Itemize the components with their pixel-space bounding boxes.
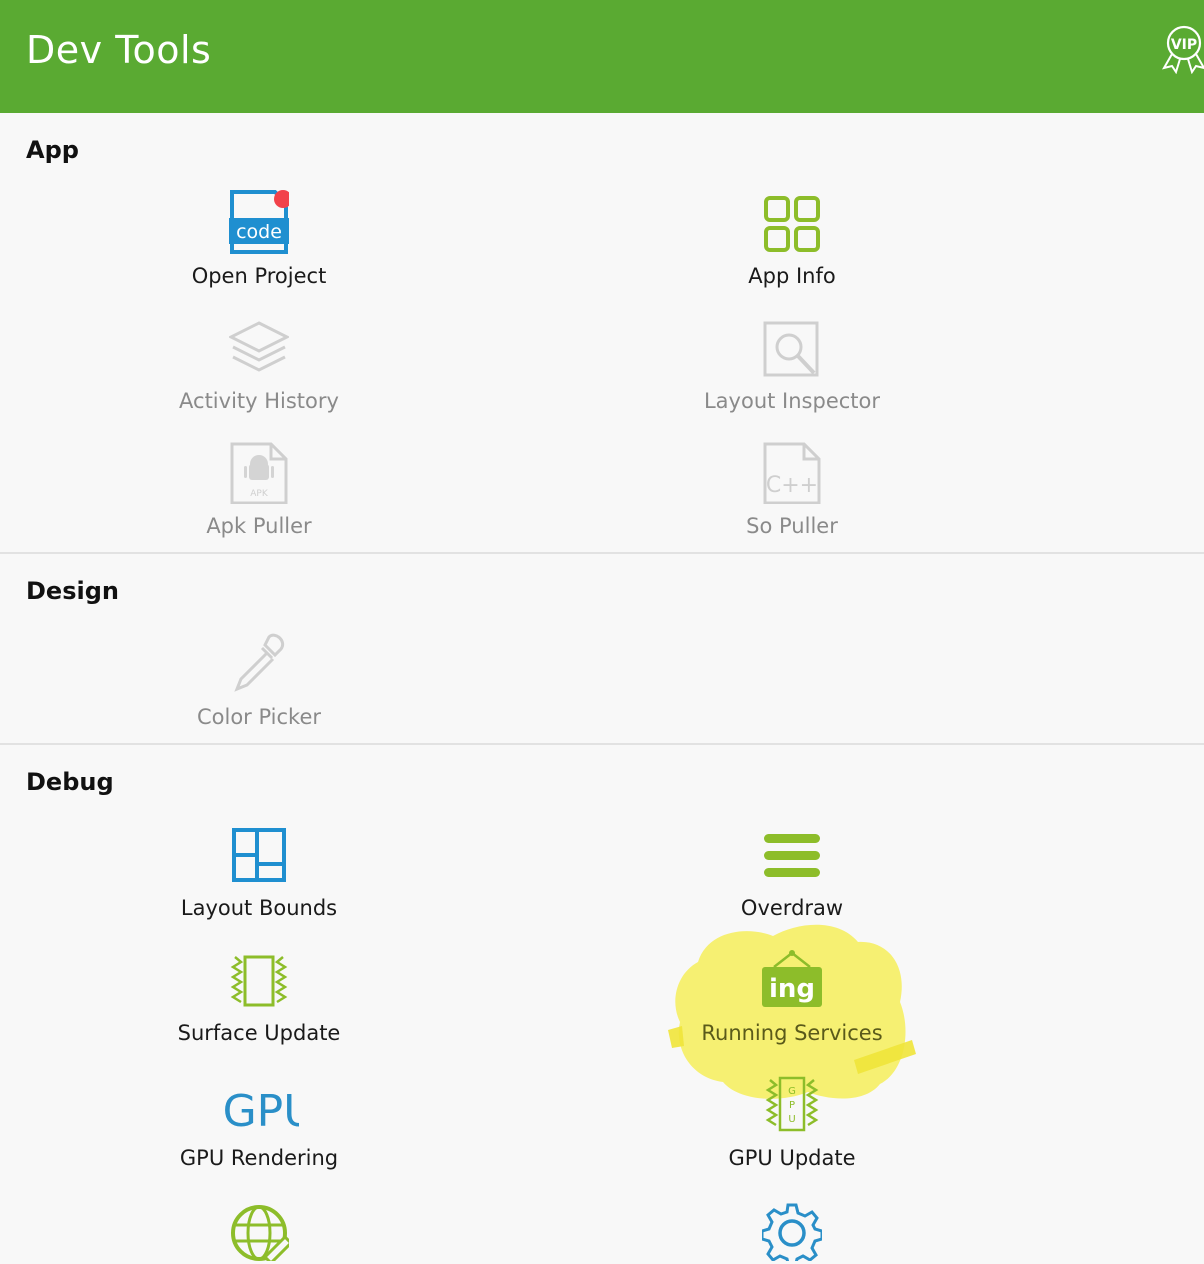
vip-badge-text: VIP bbox=[1171, 37, 1197, 53]
magnifier-icon bbox=[763, 321, 819, 377]
tile-label: Running Services bbox=[701, 1021, 883, 1045]
section-divider bbox=[0, 743, 1204, 745]
tile-label: Activity History bbox=[179, 389, 339, 413]
section-title-app: App bbox=[26, 136, 79, 164]
tile-settings-tool[interactable] bbox=[592, 1197, 992, 1264]
running-sign-icon: ing bbox=[762, 950, 822, 1007]
overdraw-icon bbox=[764, 834, 820, 877]
tile-label: Layout Inspector bbox=[703, 389, 881, 413]
globe-pencil-icon bbox=[231, 1205, 289, 1261]
vip-badge-icon[interactable]: VIP bbox=[1160, 24, 1204, 74]
code-file-icon: code bbox=[229, 190, 289, 254]
tile-label: Open Project bbox=[191, 264, 327, 288]
tile-gpu-update[interactable]: G P U GPU Update bbox=[592, 1072, 992, 1192]
code-file-icon-text: code bbox=[236, 221, 282, 243]
grid-icon bbox=[764, 196, 820, 252]
tile-layout-bounds[interactable]: Layout Bounds bbox=[59, 822, 459, 942]
cpp-file-icon-text: C++ bbox=[766, 473, 818, 498]
tile-label: So Puller bbox=[746, 514, 838, 538]
gpu-chip-icon: G P U bbox=[765, 1076, 819, 1132]
cpp-file-icon: C++ bbox=[763, 442, 821, 504]
tile-surface-update[interactable]: Surface Update bbox=[59, 947, 459, 1067]
app-title: Dev Tools bbox=[26, 28, 212, 72]
section-divider bbox=[0, 552, 1204, 554]
layout-bounds-icon bbox=[232, 828, 286, 882]
section-title-debug: Debug bbox=[26, 768, 114, 796]
gpu-chip-letter: P bbox=[789, 1100, 795, 1111]
tile-color-picker[interactable]: Color Picker bbox=[59, 631, 459, 751]
tile-label: GPU Update bbox=[728, 1146, 856, 1170]
gear-icon bbox=[762, 1203, 822, 1261]
apk-file-icon-text: APK bbox=[250, 489, 269, 499]
gpu-text-icon: GPU bbox=[223, 1086, 299, 1136]
section-title-design: Design bbox=[26, 577, 119, 605]
gpu-text-icon-text: GPU bbox=[223, 1086, 299, 1136]
tile-web-tool[interactable] bbox=[59, 1197, 459, 1264]
layers-icon bbox=[229, 321, 289, 372]
tile-layout-inspector[interactable]: Layout Inspector bbox=[592, 315, 992, 435]
tile-app-info[interactable]: App Info bbox=[592, 190, 992, 310]
tile-label: Apk Puller bbox=[206, 514, 312, 538]
tile-label: Overdraw bbox=[740, 896, 844, 920]
tile-label: Surface Update bbox=[177, 1021, 341, 1045]
app-bar: Dev Tools VIP bbox=[0, 0, 1204, 113]
tile-label: Color Picker bbox=[196, 705, 322, 729]
tile-so-puller[interactable]: C++ So Puller bbox=[592, 440, 992, 560]
tile-gpu-rendering[interactable]: GPU GPU Rendering bbox=[59, 1072, 459, 1192]
tile-open-project[interactable]: code Open Project bbox=[59, 190, 459, 310]
tile-label: App Info bbox=[748, 264, 836, 288]
tile-label: Layout Bounds bbox=[180, 896, 338, 920]
tile-running-services[interactable]: ing Running Services bbox=[592, 947, 992, 1067]
surface-update-icon bbox=[230, 955, 288, 1007]
tile-label: GPU Rendering bbox=[179, 1146, 339, 1170]
eyedropper-icon bbox=[234, 633, 284, 692]
tile-apk-puller[interactable]: APK Apk Puller bbox=[59, 440, 459, 560]
running-sign-icon-text: ing bbox=[769, 974, 815, 1004]
gpu-chip-letter: G bbox=[788, 1086, 796, 1097]
gpu-chip-letter: U bbox=[788, 1114, 795, 1125]
apk-file-icon: APK bbox=[230, 442, 288, 504]
tile-activity-history[interactable]: Activity History bbox=[59, 315, 459, 435]
